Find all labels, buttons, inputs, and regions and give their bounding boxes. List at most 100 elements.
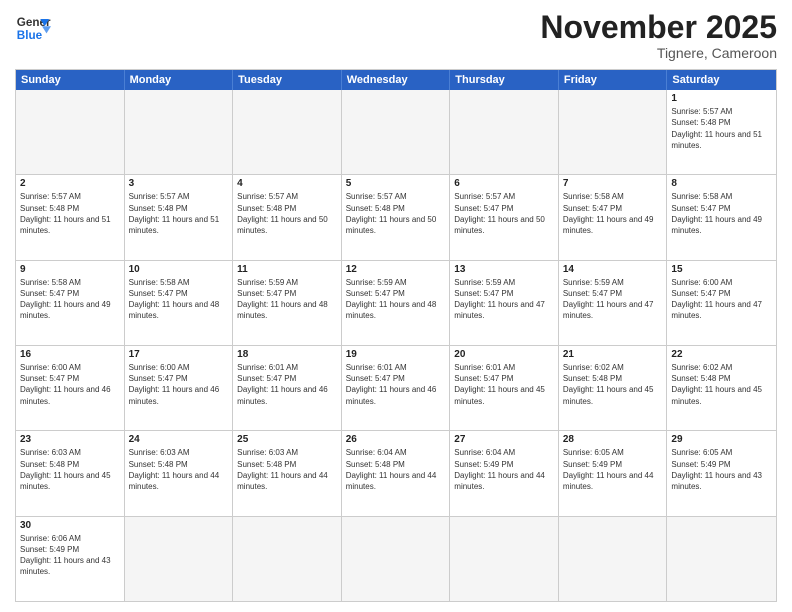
calendar-cell-r2-c2: 11Sunrise: 5:59 AMSunset: 5:47 PMDayligh…	[233, 261, 342, 345]
day-number-8: 8	[671, 178, 772, 189]
calendar-cell-r5-c0: 30 Sunrise: 6:06 AMSunset: 5:49 PMDayligh…	[16, 517, 125, 601]
calendar-cell-r0-c4	[450, 90, 559, 174]
day-number-11: 11	[237, 264, 337, 275]
cell-details-8: Sunrise: 5:58 AMSunset: 5:47 PMDaylight:…	[671, 191, 772, 236]
calendar: Sunday Monday Tuesday Wednesday Thursday…	[15, 69, 777, 602]
day-number-4: 4	[237, 178, 337, 189]
day-number-9: 9	[20, 264, 120, 275]
calendar-cell-r3-c2: 18Sunrise: 6:01 AMSunset: 5:47 PMDayligh…	[233, 346, 342, 430]
cell-details-24: Sunrise: 6:03 AMSunset: 5:48 PMDaylight:…	[129, 447, 229, 492]
cell-details-22: Sunrise: 6:02 AMSunset: 5:48 PMDaylight:…	[671, 362, 772, 407]
calendar-cell-r2-c4: 13 Sunrise: 5:59 AMSunset: 5:47 PMDayligh…	[450, 261, 559, 345]
day-number-30: 30	[20, 520, 120, 531]
calendar-cell-r4-c5: 28 Sunrise: 6:05 AMSunset: 5:49 PMDayligh…	[559, 431, 668, 515]
calendar-cell-r4-c0: 23Sunrise: 6:03 AMSunset: 5:48 PMDayligh…	[16, 431, 125, 515]
calendar-cell-r0-c6: 1Sunrise: 5:57 AMSunset: 5:48 PMDaylight…	[667, 90, 776, 174]
calendar-row-4: 23Sunrise: 6:03 AMSunset: 5:48 PMDayligh…	[16, 431, 776, 516]
calendar-cell-r0-c1	[125, 90, 234, 174]
cell-details-29: Sunrise: 6:05 AMSunset: 5:49 PMDaylight:…	[671, 447, 772, 492]
day-number-27: 27	[454, 434, 554, 445]
calendar-cell-r5-c4	[450, 517, 559, 601]
weekday-saturday: Saturday	[667, 70, 776, 90]
day-number-7: 7	[563, 178, 663, 189]
cell-details-12: Sunrise: 5:59 AMSunset: 5:47 PMDaylight:…	[346, 277, 446, 322]
calendar-cell-r5-c3	[342, 517, 451, 601]
calendar-cell-r0-c5	[559, 90, 668, 174]
day-number-25: 25	[237, 434, 337, 445]
cell-details-16: Sunrise: 6:00 AMSunset: 5:47 PMDaylight:…	[20, 362, 120, 407]
calendar-cell-r2-c3: 12 Sunrise: 5:59 AMSunset: 5:47 PMDayligh…	[342, 261, 451, 345]
day-number-19: 19	[346, 349, 446, 360]
cell-details-28: Sunrise: 6:05 AMSunset: 5:49 PMDaylight:…	[563, 447, 663, 492]
calendar-cell-r5-c1	[125, 517, 234, 601]
calendar-cell-r1-c0: 2 Sunrise: 5:57 AMSunset: 5:48 PMDaylight…	[16, 175, 125, 259]
calendar-cell-r1-c1: 3 Sunrise: 5:57 AMSunset: 5:48 PMDaylight…	[125, 175, 234, 259]
location: Tignere, Cameroon	[540, 45, 777, 61]
day-number-2: 2	[20, 178, 120, 189]
weekday-tuesday: Tuesday	[233, 70, 342, 90]
day-number-13: 13	[454, 264, 554, 275]
day-number-18: 18	[237, 349, 337, 360]
cell-details-7: Sunrise: 5:58 AMSunset: 5:47 PMDaylight:…	[563, 191, 663, 236]
cell-details-30: Sunrise: 6:06 AMSunset: 5:49 PMDaylight:…	[20, 533, 120, 578]
month-year: November 2025	[540, 10, 777, 45]
calendar-cell-r3-c0: 16 Sunrise: 6:00 AMSunset: 5:47 PMDayligh…	[16, 346, 125, 430]
cell-details-20: Sunrise: 6:01 AMSunset: 5:47 PMDaylight:…	[454, 362, 554, 407]
day-number-26: 26	[346, 434, 446, 445]
day-number-1: 1	[671, 93, 772, 104]
calendar-cell-r0-c3	[342, 90, 451, 174]
cell-details-27: Sunrise: 6:04 AMSunset: 5:49 PMDaylight:…	[454, 447, 554, 492]
calendar-cell-r4-c6: 29 Sunrise: 6:05 AMSunset: 5:49 PMDayligh…	[667, 431, 776, 515]
day-number-10: 10	[129, 264, 229, 275]
day-number-12: 12	[346, 264, 446, 275]
calendar-row-2: 9 Sunrise: 5:58 AMSunset: 5:47 PMDaylight…	[16, 261, 776, 346]
cell-details-3: Sunrise: 5:57 AMSunset: 5:48 PMDaylight:…	[129, 191, 229, 236]
page: General Blue November 2025 Tignere, Came…	[0, 0, 792, 612]
weekday-friday: Friday	[559, 70, 668, 90]
weekday-sunday: Sunday	[16, 70, 125, 90]
calendar-cell-r1-c3: 5Sunrise: 5:57 AMSunset: 5:48 PMDaylight…	[342, 175, 451, 259]
day-number-5: 5	[346, 178, 446, 189]
day-number-29: 29	[671, 434, 772, 445]
cell-details-26: Sunrise: 6:04 AMSunset: 5:48 PMDaylight:…	[346, 447, 446, 492]
weekday-monday: Monday	[125, 70, 234, 90]
cell-details-10: Sunrise: 5:58 AMSunset: 5:47 PMDaylight:…	[129, 277, 229, 322]
day-number-24: 24	[129, 434, 229, 445]
calendar-cell-r2-c5: 14Sunrise: 5:59 AMSunset: 5:47 PMDayligh…	[559, 261, 668, 345]
calendar-row-1: 2 Sunrise: 5:57 AMSunset: 5:48 PMDaylight…	[16, 175, 776, 260]
calendar-cell-r3-c4: 20 Sunrise: 6:01 AMSunset: 5:47 PMDayligh…	[450, 346, 559, 430]
calendar-cell-r5-c2	[233, 517, 342, 601]
calendar-cell-r4-c1: 24 Sunrise: 6:03 AMSunset: 5:48 PMDayligh…	[125, 431, 234, 515]
weekday-thursday: Thursday	[450, 70, 559, 90]
day-number-3: 3	[129, 178, 229, 189]
cell-details-13: Sunrise: 5:59 AMSunset: 5:47 PMDaylight:…	[454, 277, 554, 322]
calendar-row-0: 1Sunrise: 5:57 AMSunset: 5:48 PMDaylight…	[16, 90, 776, 175]
calendar-cell-r0-c2	[233, 90, 342, 174]
calendar-cell-r3-c5: 21Sunrise: 6:02 AMSunset: 5:48 PMDayligh…	[559, 346, 668, 430]
calendar-row-5: 30 Sunrise: 6:06 AMSunset: 5:49 PMDayligh…	[16, 517, 776, 601]
day-number-21: 21	[563, 349, 663, 360]
calendar-cell-r1-c4: 6Sunrise: 5:57 AMSunset: 5:47 PMDaylight…	[450, 175, 559, 259]
cell-details-15: Sunrise: 6:00 AMSunset: 5:47 PMDaylight:…	[671, 277, 772, 322]
day-number-15: 15	[671, 264, 772, 275]
cell-details-4: Sunrise: 5:57 AMSunset: 5:48 PMDaylight:…	[237, 191, 337, 236]
day-number-16: 16	[20, 349, 120, 360]
svg-text:Blue: Blue	[17, 29, 43, 42]
calendar-body: 1 Sunrise: 5:57 AMSunset: 5:48 PMDaylight…	[16, 90, 776, 601]
day-number-22: 22	[671, 349, 772, 360]
calendar-cell-r1-c5: 7 Sunrise: 5:58 AMSunset: 5:47 PMDaylight…	[559, 175, 668, 259]
cell-details-6: Sunrise: 5:57 AMSunset: 5:47 PMDaylight:…	[454, 191, 554, 236]
calendar-cell-r4-c4: 27 Sunrise: 6:04 AMSunset: 5:49 PMDayligh…	[450, 431, 559, 515]
cell-details-14: Sunrise: 5:59 AMSunset: 5:47 PMDaylight:…	[563, 277, 663, 322]
cell-details-17: Sunrise: 6:00 AMSunset: 5:47 PMDaylight:…	[129, 362, 229, 407]
day-number-28: 28	[563, 434, 663, 445]
day-number-20: 20	[454, 349, 554, 360]
calendar-cell-r3-c1: 17 Sunrise: 6:00 AMSunset: 5:47 PMDayligh…	[125, 346, 234, 430]
title-section: November 2025 Tignere, Cameroon	[540, 10, 777, 61]
calendar-row-3: 16 Sunrise: 6:00 AMSunset: 5:47 PMDayligh…	[16, 346, 776, 431]
day-number-17: 17	[129, 349, 229, 360]
calendar-cell-r1-c6: 8 Sunrise: 5:58 AMSunset: 5:47 PMDaylight…	[667, 175, 776, 259]
calendar-cell-r3-c3: 19 Sunrise: 6:01 AMSunset: 5:47 PMDayligh…	[342, 346, 451, 430]
cell-details-19: Sunrise: 6:01 AMSunset: 5:47 PMDaylight:…	[346, 362, 446, 407]
cell-details-2: Sunrise: 5:57 AMSunset: 5:48 PMDaylight:…	[20, 191, 120, 236]
